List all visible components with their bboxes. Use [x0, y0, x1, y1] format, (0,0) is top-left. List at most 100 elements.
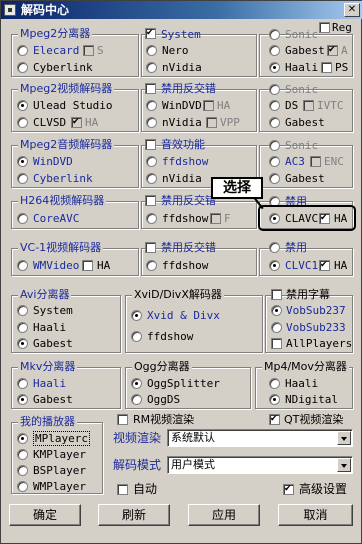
radio-sonic-video[interactable]: [269, 84, 280, 95]
nvidia-label: nVidia: [162, 116, 202, 129]
radio-sonic-audio[interactable]: [269, 140, 280, 151]
group-title: Mpeg2音频解码器: [18, 138, 115, 152]
disable-label: 禁用: [285, 241, 307, 254]
sonic-label: Sonic: [285, 28, 319, 41]
f-checkbox[interactable]: [210, 213, 221, 224]
reg-checkbox[interactable]: [319, 22, 330, 33]
radio-ffdshow-audio[interactable]: [146, 156, 157, 167]
radio-vobsub237[interactable]: [271, 305, 282, 316]
radio-sonic-splitter[interactable]: [269, 29, 280, 40]
radio-oggds[interactable]: [131, 394, 142, 405]
apply-button[interactable]: 应用: [188, 504, 260, 526]
radio-clvc1[interactable]: [269, 260, 280, 271]
radio-vobsub233[interactable]: [271, 322, 282, 333]
vc1-deinterlace-checkbox[interactable]: [145, 242, 156, 253]
radio-bsplayer[interactable]: [17, 465, 28, 476]
radio-clvsd[interactable]: [17, 117, 28, 128]
radio-coreavc[interactable]: [17, 213, 28, 224]
haali-label: Haali: [33, 377, 67, 390]
a-checkbox[interactable]: [327, 45, 338, 56]
ok-button[interactable]: 确定: [9, 504, 81, 526]
radio-nvidia-audio[interactable]: [146, 173, 157, 184]
allplayers-checkbox[interactable]: [271, 338, 282, 349]
radio-wmvideo[interactable]: [17, 260, 28, 271]
radio-avi-system[interactable]: [17, 305, 28, 316]
qt-render-checkbox[interactable]: [269, 414, 280, 425]
reg-label: Reg: [332, 21, 352, 34]
radio-mkv-haali[interactable]: [17, 378, 28, 389]
system-checkbox[interactable]: [145, 28, 156, 39]
radio-mp4-haali[interactable]: [269, 378, 280, 389]
decode-mode-value: 用户模式: [171, 458, 215, 471]
nero-label: Nero: [162, 44, 189, 57]
ivtc-checkbox[interactable]: [303, 100, 314, 111]
radio-ffdshow-h264[interactable]: [146, 213, 157, 224]
ffdshow-label: ffdshow: [147, 330, 194, 343]
f-label: F: [224, 212, 231, 225]
disable-subtitle-label: 禁用字幕: [286, 288, 330, 301]
radio-gabest-audio[interactable]: [269, 173, 280, 184]
radio-gabest-splitter[interactable]: [269, 45, 280, 56]
decode-mode-select[interactable]: 用户模式: [167, 456, 353, 474]
rm-render-label: RM视频渲染: [133, 413, 195, 426]
deinterlace-checkbox[interactable]: [145, 83, 156, 94]
video-render-select[interactable]: 系统默认: [167, 429, 353, 447]
vpp-checkbox[interactable]: [206, 117, 217, 128]
qt-render-label: QT视频渲染: [284, 413, 344, 426]
radio-haali-splitter[interactable]: [269, 62, 280, 73]
radio-xvid[interactable]: [131, 310, 142, 321]
auto-checkbox[interactable]: [117, 484, 128, 495]
radio-nvidia-splitter[interactable]: [146, 62, 157, 73]
h264-deinterlace-checkbox[interactable]: [145, 195, 156, 206]
advanced-checkbox[interactable]: [283, 484, 294, 495]
sound-effect-checkbox[interactable]: [145, 139, 156, 150]
nvidia-label: nVidia: [162, 172, 202, 185]
chevron-down-icon[interactable]: [337, 431, 351, 445]
radio-cyberlink[interactable]: [17, 62, 28, 73]
group-title: Mp4/Mov分离器: [262, 360, 349, 374]
clvc1-ha-checkbox[interactable]: [319, 260, 330, 271]
rm-render-checkbox[interactable]: [117, 414, 128, 425]
radio-ffdshow-xvid[interactable]: [131, 331, 142, 342]
ha-label: HA: [217, 99, 231, 112]
group-title: H264视频解码器: [18, 194, 107, 208]
xvid-group: XviD/DivX解码器: [125, 288, 263, 353]
radio-windvd-audio[interactable]: [17, 156, 28, 167]
radio-mplayerc[interactable]: [17, 433, 28, 444]
radio-ds[interactable]: [269, 100, 280, 111]
cancel-button[interactable]: 取消: [278, 504, 353, 526]
radio-gabest-video[interactable]: [269, 117, 280, 128]
clvsd-ha-checkbox[interactable]: [71, 117, 82, 128]
radio-nvidia-video[interactable]: [146, 117, 157, 128]
s-checkbox[interactable]: [83, 45, 94, 56]
wmvideo-ha-checkbox[interactable]: [82, 260, 93, 271]
ps-checkbox[interactable]: [321, 62, 332, 73]
group-title: Mpeg2分离器: [18, 27, 93, 41]
radio-wmplayer[interactable]: [17, 481, 28, 492]
gabest-label: Gabest: [33, 337, 73, 350]
chevron-down-icon[interactable]: [337, 458, 351, 472]
radio-disable-vc1[interactable]: [269, 242, 280, 253]
radio-cyberlink-audio[interactable]: [17, 173, 28, 184]
radio-ac3[interactable]: [269, 156, 280, 167]
radio-windvd[interactable]: [146, 100, 157, 111]
radio-mkv-gabest[interactable]: [17, 394, 28, 405]
radio-ffdshow-vc1[interactable]: [146, 260, 157, 271]
group-title: Mkv分离器: [18, 360, 78, 374]
radio-ulead[interactable]: [17, 100, 28, 111]
vpp-label: VPP: [220, 116, 240, 129]
enc-checkbox[interactable]: [310, 156, 321, 167]
radio-oggsplitter[interactable]: [131, 378, 142, 389]
refresh-button[interactable]: 刷新: [98, 504, 170, 526]
close-icon[interactable]: ✕: [344, 3, 360, 17]
radio-nero[interactable]: [146, 45, 157, 56]
radio-avi-gabest[interactable]: [17, 338, 28, 349]
radio-ndigital[interactable]: [269, 394, 280, 405]
decoder-center-window: 解码中心 ✕ Reg Mpeg2分离器 Elecard S Cyberlink …: [0, 0, 362, 544]
radio-elecard[interactable]: [17, 45, 28, 56]
disable-subtitle-checkbox[interactable]: [271, 289, 282, 300]
radio-kmplayer[interactable]: [17, 449, 28, 460]
bsplayer-label: BSPlayer: [33, 464, 86, 477]
radio-avi-haali[interactable]: [17, 322, 28, 333]
windvd-ha-checkbox[interactable]: [203, 100, 214, 111]
